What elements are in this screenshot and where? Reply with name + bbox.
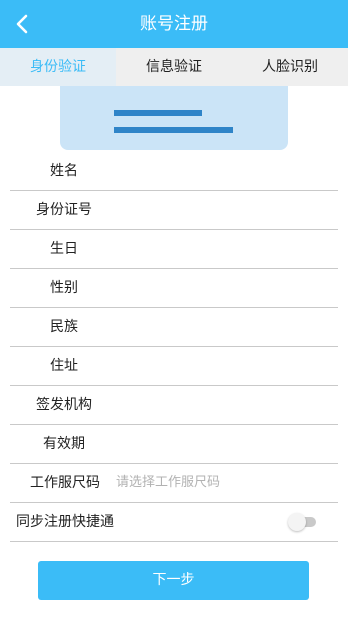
birthday-label: 生日	[50, 241, 78, 257]
tab-information-verification[interactable]: 信息验证	[116, 48, 232, 86]
tab-identity-verification[interactable]: 身份验证	[0, 48, 116, 86]
uniform-size-label: 工作服尺码	[30, 475, 100, 491]
card-line-short	[114, 110, 202, 116]
sync-toggle[interactable]	[288, 513, 318, 531]
registration-form: 姓名 身份证号 生日 性别 民族 住址 签发机构 有效期 工作服尺码 请选择工作…	[10, 152, 338, 542]
id-number-label: 身份证号	[36, 202, 92, 218]
form-row-gender: 性别	[10, 269, 338, 308]
form-row-uniform-size: 工作服尺码 请选择工作服尺码	[10, 464, 338, 503]
form-row-id-number: 身份证号	[10, 191, 338, 230]
address-label: 住址	[50, 358, 78, 374]
ethnicity-label: 民族	[50, 319, 78, 335]
form-row-issuer: 签发机构	[10, 386, 338, 425]
form-row-sync: 同步注册快捷通	[10, 503, 338, 542]
sync-label: 同步注册快捷通	[16, 514, 114, 530]
name-label: 姓名	[50, 163, 78, 179]
form-row-ethnicity: 民族	[10, 308, 338, 347]
tab-face-recognition[interactable]: 人脸识别	[232, 48, 348, 86]
chevron-left-icon	[16, 14, 28, 34]
page-title: 账号注册	[140, 14, 208, 34]
uniform-size-select[interactable]: 请选择工作服尺码	[116, 464, 220, 502]
form-row-birthday: 生日	[10, 230, 338, 269]
id-card-illustration	[60, 86, 288, 150]
gender-label: 性别	[50, 280, 78, 296]
validity-label: 有效期	[43, 436, 85, 452]
back-button[interactable]	[6, 8, 38, 40]
form-row-name: 姓名	[10, 152, 338, 191]
form-row-address: 住址	[10, 347, 338, 386]
form-row-validity: 有效期	[10, 425, 338, 464]
issuer-label: 签发机构	[36, 397, 92, 413]
card-line-long	[114, 127, 233, 133]
toggle-knob	[288, 513, 306, 531]
step-tabs: 身份验证 信息验证 人脸识别	[0, 48, 348, 86]
next-step-button[interactable]: 下一步	[38, 561, 309, 600]
app-header: 账号注册	[0, 0, 348, 48]
